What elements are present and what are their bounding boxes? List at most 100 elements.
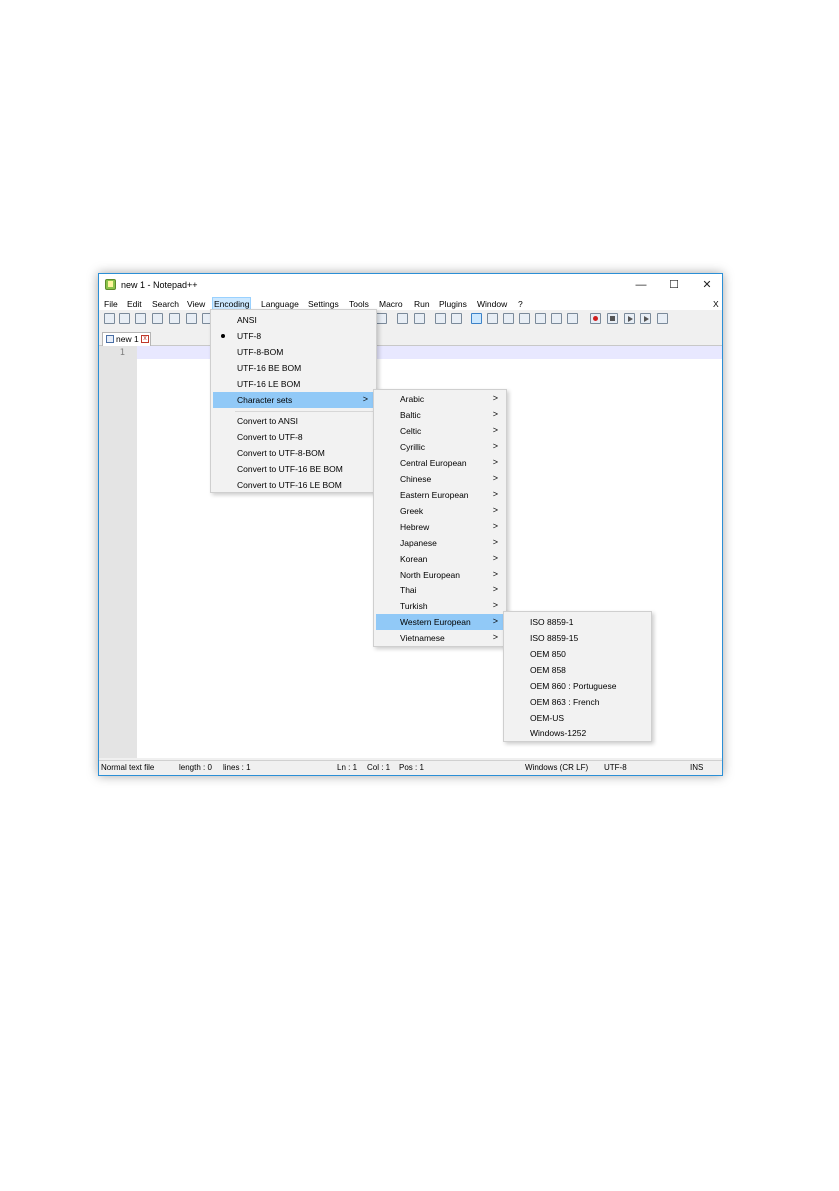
status-insert-mode[interactable]: INS bbox=[690, 763, 703, 772]
chevron-right-icon: > bbox=[492, 409, 498, 419]
tab-new-1[interactable]: new 1 x bbox=[102, 332, 151, 346]
close-document-button[interactable]: X bbox=[713, 298, 719, 310]
status-length: length : 0 bbox=[179, 763, 212, 772]
menu-item-greek[interactable]: Greek > bbox=[376, 503, 504, 519]
user-language-icon[interactable] bbox=[487, 313, 498, 324]
menu-item-north-european[interactable]: North European > bbox=[376, 567, 504, 583]
menu-item-oem-860-portuguese[interactable]: OEM 860 : Portuguese bbox=[506, 678, 649, 694]
stop-macro-icon[interactable] bbox=[607, 313, 618, 324]
menu-item-windows-1252[interactable]: Windows-1252 bbox=[506, 725, 649, 741]
menu-item-chinese[interactable]: Chinese > bbox=[376, 471, 504, 487]
menu-help[interactable]: ? bbox=[518, 298, 523, 310]
menu-item-convert-utf8-bom[interactable]: Convert to UTF-8-BOM bbox=[213, 445, 374, 461]
open-file-icon[interactable] bbox=[119, 313, 130, 324]
close-file-icon[interactable] bbox=[169, 313, 180, 324]
menu-file[interactable]: File bbox=[104, 298, 118, 310]
menu-run[interactable]: Run bbox=[414, 298, 430, 310]
tab-label: new 1 bbox=[116, 334, 139, 344]
menu-macro[interactable]: Macro bbox=[379, 298, 403, 310]
chevron-right-icon: > bbox=[492, 473, 498, 483]
menu-search[interactable]: Search bbox=[152, 298, 179, 310]
save-icon[interactable] bbox=[135, 313, 146, 324]
menu-edit[interactable]: Edit bbox=[127, 298, 142, 310]
menu-item-utf8-bom[interactable]: UTF-8-BOM bbox=[213, 344, 374, 360]
chevron-right-icon: > bbox=[492, 632, 498, 642]
record-macro-icon[interactable] bbox=[590, 313, 601, 324]
menu-item-arabic[interactable]: Arabic > bbox=[376, 391, 504, 407]
chevron-right-icon: > bbox=[492, 569, 498, 579]
toolbar bbox=[99, 311, 722, 328]
menu-item-oem-us[interactable]: OEM-US bbox=[506, 710, 649, 726]
tab-close-icon[interactable]: x bbox=[141, 335, 149, 343]
monitoring-icon[interactable] bbox=[551, 313, 562, 324]
window-title: new 1 - Notepad++ bbox=[121, 280, 198, 290]
document-icon bbox=[106, 335, 114, 343]
chevron-right-icon: > bbox=[492, 616, 498, 626]
menu-item-convert-utf8[interactable]: Convert to UTF-8 bbox=[213, 429, 374, 445]
close-button[interactable]: ✕ bbox=[693, 277, 721, 293]
play-macro-icon[interactable] bbox=[624, 313, 635, 324]
chevron-right-icon: > bbox=[492, 393, 498, 403]
menu-item-western-european[interactable]: Western European > bbox=[376, 614, 504, 630]
menu-item-utf16-be-bom[interactable]: UTF-16 BE BOM bbox=[213, 360, 374, 376]
new-file-icon[interactable] bbox=[104, 313, 115, 324]
menu-item-hebrew[interactable]: Hebrew > bbox=[376, 519, 504, 535]
menu-item-oem-850[interactable]: OEM 850 bbox=[506, 646, 649, 662]
chevron-right-icon: > bbox=[492, 425, 498, 435]
close-all-icon[interactable] bbox=[186, 313, 197, 324]
chevron-right-icon: > bbox=[492, 584, 498, 594]
status-encoding[interactable]: UTF-8 bbox=[604, 763, 627, 772]
menu-item-celtic[interactable]: Celtic > bbox=[376, 423, 504, 439]
menu-item-character-sets[interactable]: Character sets > bbox=[213, 392, 374, 408]
menu-item-convert-utf16-be-bom[interactable]: Convert to UTF-16 BE BOM bbox=[213, 461, 374, 477]
zoom-in-icon[interactable] bbox=[397, 313, 408, 324]
chevron-right-icon: > bbox=[492, 505, 498, 515]
menu-item-iso-8859-1[interactable]: ISO 8859-1 bbox=[506, 614, 649, 630]
menu-view[interactable]: View bbox=[187, 298, 205, 310]
notepad-app-icon bbox=[105, 279, 116, 290]
menu-window[interactable]: Window bbox=[477, 298, 507, 310]
indent-guide-icon[interactable] bbox=[471, 313, 482, 324]
menu-item-korean[interactable]: Korean > bbox=[376, 551, 504, 567]
run-macro-multiple-icon[interactable] bbox=[640, 313, 651, 324]
function-list-icon[interactable] bbox=[519, 313, 530, 324]
status-bar: Normal text file length : 0 lines : 1 Ln… bbox=[99, 760, 722, 775]
chevron-right-icon: > bbox=[492, 441, 498, 451]
replace-icon[interactable] bbox=[376, 313, 387, 324]
menu-item-eastern-european[interactable]: Eastern European > bbox=[376, 487, 504, 503]
status-column: Col : 1 bbox=[367, 763, 391, 772]
minimize-button[interactable]: — bbox=[627, 277, 655, 293]
clipboard-icon[interactable] bbox=[567, 313, 578, 324]
menu-item-iso-8859-15[interactable]: ISO 8859-15 bbox=[506, 630, 649, 646]
menu-item-utf16-le-bom[interactable]: UTF-16 LE BOM bbox=[213, 376, 374, 392]
menu-item-oem-858[interactable]: OEM 858 bbox=[506, 662, 649, 678]
menu-item-turkish[interactable]: Turkish > bbox=[376, 598, 504, 614]
western-european-menu: ISO 8859-1 ISO 8859-15 OEM 850 OEM 858 O… bbox=[503, 611, 652, 742]
chevron-right-icon: > bbox=[492, 537, 498, 547]
show-all-characters-icon[interactable] bbox=[451, 313, 462, 324]
menu-item-convert-ansi[interactable]: Convert to ANSI bbox=[213, 413, 374, 429]
status-eol[interactable]: Windows (CR LF) bbox=[525, 763, 588, 772]
status-position: Pos : 1 bbox=[399, 763, 424, 772]
sync-scroll-icon[interactable] bbox=[435, 313, 446, 324]
menu-plugins[interactable]: Plugins bbox=[439, 298, 467, 310]
line-number: 1 bbox=[119, 348, 125, 358]
save-all-icon[interactable] bbox=[152, 313, 163, 324]
menu-item-utf8[interactable]: UTF-8 bbox=[213, 328, 374, 344]
menu-item-convert-utf16-le-bom[interactable]: Convert to UTF-16 LE BOM bbox=[213, 477, 374, 493]
menu-item-vietnamese[interactable]: Vietnamese > bbox=[376, 630, 504, 646]
menu-item-central-european[interactable]: Central European > bbox=[376, 455, 504, 471]
menu-item-thai[interactable]: Thai > bbox=[376, 582, 504, 598]
menu-item-baltic[interactable]: Baltic > bbox=[376, 407, 504, 423]
encoding-menu: ANSI UTF-8 UTF-8-BOM UTF-16 BE BOM UTF-1… bbox=[210, 309, 377, 493]
maximize-button[interactable]: ☐ bbox=[660, 277, 688, 293]
save-macro-icon[interactable] bbox=[657, 313, 668, 324]
menu-item-cyrillic[interactable]: Cyrillic > bbox=[376, 439, 504, 455]
chevron-right-icon: > bbox=[362, 394, 368, 404]
document-map-icon[interactable] bbox=[503, 313, 514, 324]
menu-item-oem-863-french[interactable]: OEM 863 : French bbox=[506, 694, 649, 710]
zoom-out-icon[interactable] bbox=[414, 313, 425, 324]
folder-as-workspace-icon[interactable] bbox=[535, 313, 546, 324]
menu-item-ansi[interactable]: ANSI bbox=[213, 312, 374, 328]
menu-item-japanese[interactable]: Japanese > bbox=[376, 535, 504, 551]
